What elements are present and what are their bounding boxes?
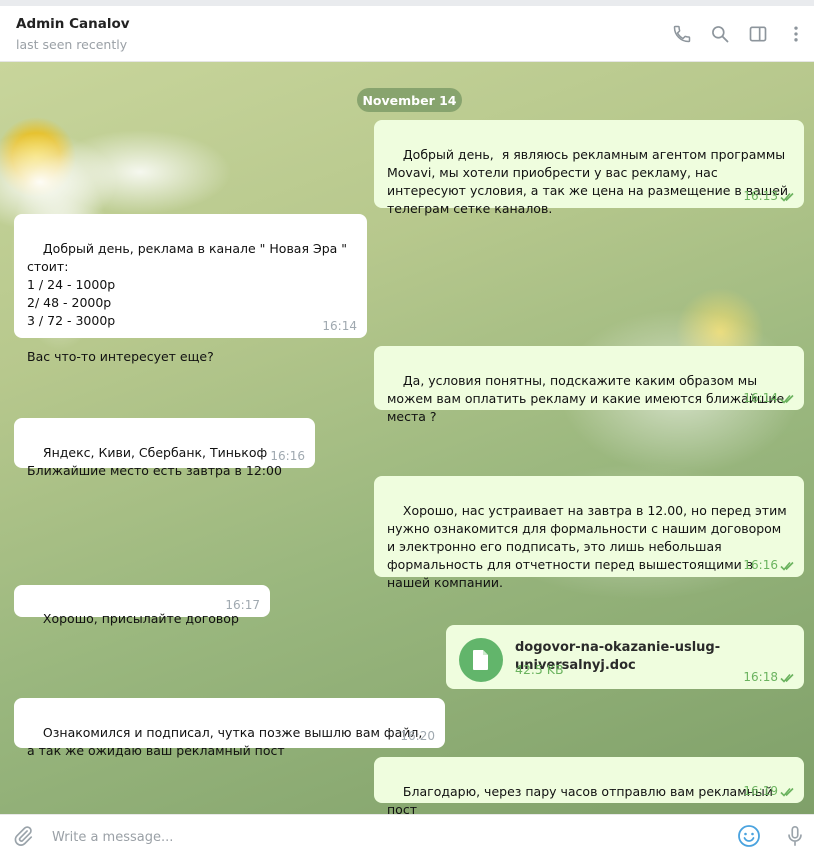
microphone-icon[interactable] xyxy=(782,823,808,849)
message-time: 16:13 xyxy=(743,189,778,203)
message-incoming[interactable]: Добрый день, реклама в канале " Новая Эр… xyxy=(14,214,367,364)
message-text: Хорошо, присылайте договор xyxy=(42,611,239,626)
message-outgoing[interactable]: Добрый день, я являюсь рекламным агентом… xyxy=(374,120,804,216)
message-incoming[interactable]: Ознакомился и подписал, чутка позже вышл… xyxy=(14,698,445,758)
message-text: Да, условия понятны, подскажите каким об… xyxy=(387,373,789,424)
message-outgoing[interactable]: Да, условия понятны, подскажите каким об… xyxy=(374,346,804,424)
message-outgoing[interactable]: Хорошо, нас устраивает на завтра в 12.00… xyxy=(374,476,804,590)
message-text: Хорошо, нас устраивает на завтра в 12.00… xyxy=(387,503,791,590)
search-icon[interactable] xyxy=(708,22,732,46)
message-time: 16:16 xyxy=(270,449,305,463)
message-incoming[interactable]: Хорошо, присылайте договор 16:17 xyxy=(14,585,270,626)
read-checkmarks-icon xyxy=(780,192,794,202)
sidebar-panel-icon[interactable] xyxy=(746,22,770,46)
message-time: 16:19 xyxy=(743,784,778,798)
message-history[interactable]: November 14 Добрый день, я являюсь рекла… xyxy=(0,62,814,814)
message-time: 16:16 xyxy=(743,558,778,572)
message-outgoing-file[interactable]: dogovor-na-okazanie-uslug-universalnyj.d… xyxy=(446,625,804,689)
message-incoming[interactable]: Яндекс, Киви, Сбербанк, Тинькоф Ближайши… xyxy=(14,418,315,478)
message-outgoing[interactable]: Благодарю, через пару часов отправлю вам… xyxy=(374,757,804,814)
read-checkmarks-icon xyxy=(780,673,794,683)
read-checkmarks-icon xyxy=(780,394,794,404)
message-text: Благодарю, через пару часов отправлю вам… xyxy=(387,784,777,814)
phone-icon[interactable] xyxy=(670,22,694,46)
emoji-icon[interactable] xyxy=(736,823,762,849)
message-composer xyxy=(0,814,814,856)
more-vertical-icon[interactable] xyxy=(784,22,808,46)
chat-header: Admin Canalov last seen recently xyxy=(0,6,814,62)
date-separator: November 14 xyxy=(357,88,462,112)
message-text: Добрый день, я являюсь рекламным агентом… xyxy=(387,147,793,216)
contact-name[interactable]: Admin Canalov xyxy=(16,16,130,32)
message-time: 16:17 xyxy=(225,598,260,612)
message-text: Добрый день, реклама в канале " Новая Эр… xyxy=(27,241,348,364)
message-time: 16:18 xyxy=(743,670,778,684)
read-checkmarks-icon xyxy=(780,561,794,571)
read-checkmarks-icon xyxy=(780,787,794,797)
message-text: Яндекс, Киви, Сбербанк, Тинькоф Ближайши… xyxy=(27,445,282,478)
message-time: 16:14 xyxy=(322,319,357,333)
document-file-icon[interactable] xyxy=(459,638,503,682)
message-time: 16:20 xyxy=(400,729,435,743)
contact-status: last seen recently xyxy=(16,37,128,52)
message-text: Ознакомился и подписал, чутка позже вышл… xyxy=(27,725,427,758)
file-size: 42.5 KB xyxy=(515,662,564,677)
message-input[interactable] xyxy=(50,823,694,851)
message-time: 16:14 xyxy=(743,391,778,405)
attach-icon[interactable] xyxy=(10,823,36,849)
